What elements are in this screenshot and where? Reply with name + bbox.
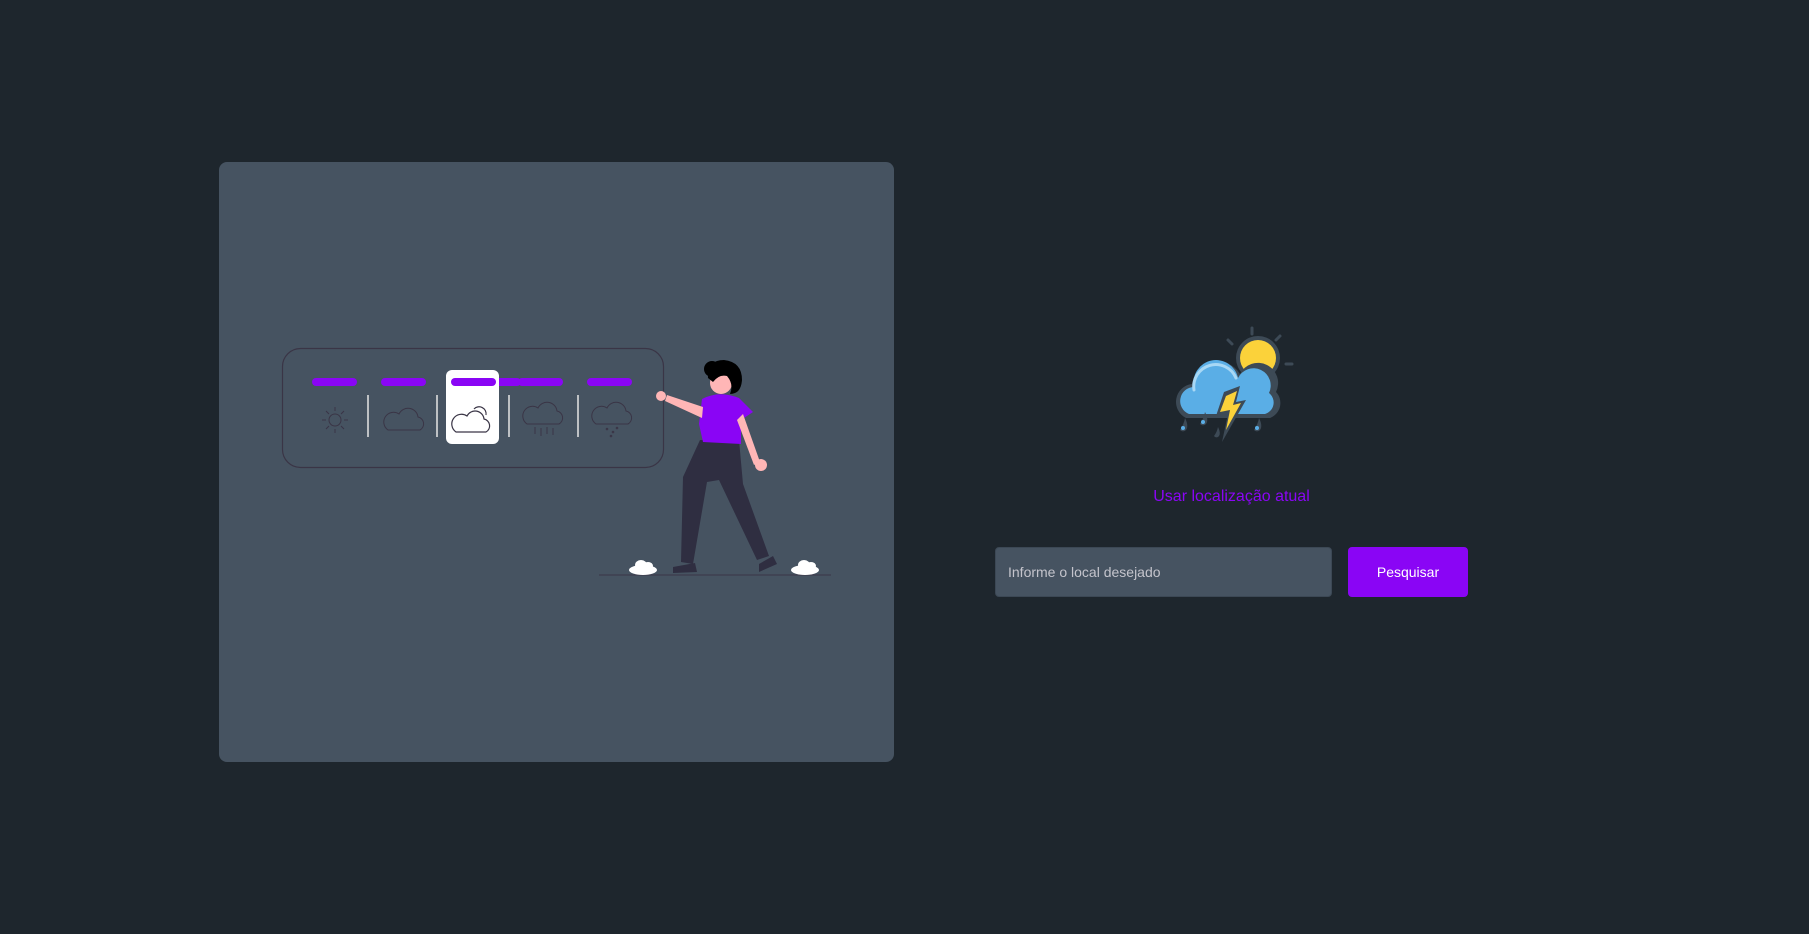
search-button[interactable]: Pesquisar — [1348, 547, 1468, 597]
location-search-input[interactable] — [995, 547, 1332, 597]
storm-cloud-sun-icon — [1164, 320, 1299, 455]
sun-icon — [322, 407, 348, 433]
drizzle-icon — [591, 401, 633, 438]
ground-clouds — [629, 560, 819, 575]
weather-illustration — [281, 347, 831, 576]
woman-figure — [656, 360, 777, 573]
use-current-location-link[interactable]: Usar localização atual — [995, 488, 1468, 506]
cloud-icon — [383, 407, 425, 431]
illustration-card — [219, 162, 894, 762]
rain-icon — [522, 401, 564, 436]
forecast-slot-selected — [446, 370, 499, 444]
search-row: Pesquisar — [995, 547, 1468, 597]
